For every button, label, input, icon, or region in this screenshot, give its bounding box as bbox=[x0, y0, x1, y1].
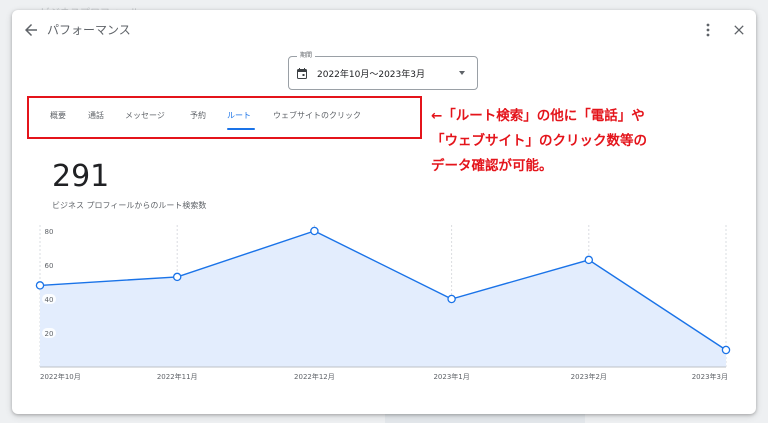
annotation-text: ←「ルート検索」の他に「電話」や 「ウェブサイト」のクリック数等の データ確認が… bbox=[431, 104, 761, 179]
annotation-line-2: 「ウェブサイト」のクリック数等の bbox=[431, 133, 647, 149]
data-point-4 bbox=[584, 255, 594, 265]
y-tick-label-0: 80 bbox=[45, 228, 54, 236]
x-tick-label-5: 2023年3月 bbox=[692, 372, 728, 381]
x-tick-label-1: 2022年11月 bbox=[157, 372, 198, 381]
tabs-highlight-box bbox=[27, 96, 422, 139]
data-point-0 bbox=[35, 281, 45, 290]
y-tick-label-3: 20 bbox=[45, 330, 54, 338]
x-tick-label-3: 2023年1月 bbox=[433, 372, 469, 381]
x-tick-label-4: 2023年2月 bbox=[571, 372, 607, 381]
directions-chart: 80 60 40 20 2022年10月 2022年11月 2022年12月 2023年1月 2… bbox=[35, 225, 731, 381]
y-tick-label-1: 60 bbox=[45, 262, 54, 270]
annotation-line-3: データ確認が可能。 bbox=[431, 158, 553, 174]
data-point-3 bbox=[447, 294, 456, 304]
x-tick-label-2: 2022年12月 bbox=[294, 372, 335, 381]
data-point-2 bbox=[310, 226, 319, 236]
x-tick-label-0: 2022年10月 bbox=[40, 372, 81, 381]
area-fill bbox=[40, 231, 726, 367]
data-point-1 bbox=[172, 272, 182, 282]
data-point-5 bbox=[721, 345, 731, 355]
y-tick-label-2: 40 bbox=[45, 296, 54, 304]
performance-dialog: パフォーマンス 期間 2022年10月〜2023年3月 概要 通話 メッセージ … bbox=[12, 10, 756, 414]
annotation-line-1: ←「ルート検索」の他に「電話」や bbox=[431, 108, 645, 124]
